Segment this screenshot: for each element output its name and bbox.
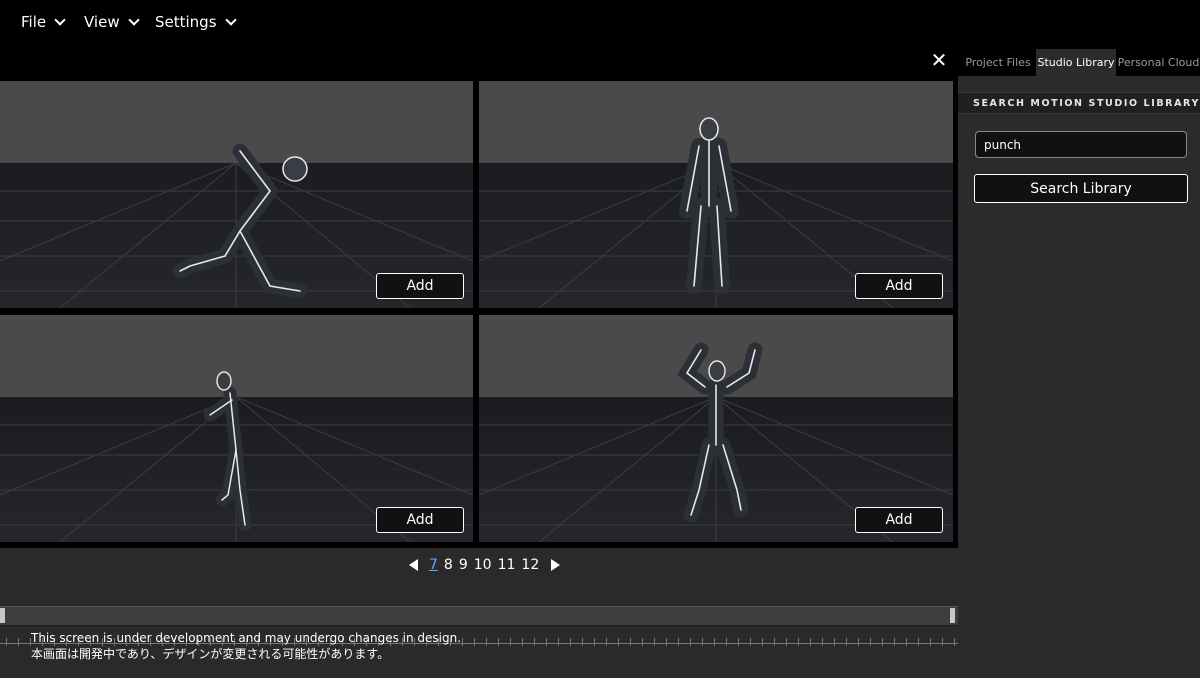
library-panel: Project Files Studio Library Personal Cl…	[958, 48, 1200, 678]
ruler-tick	[894, 638, 895, 646]
ruler-tick	[738, 638, 739, 646]
timeline-scrollbar[interactable]	[0, 606, 958, 626]
ruler-tick	[810, 638, 811, 646]
ruler-tick	[846, 638, 847, 646]
chevron-down-icon	[224, 14, 237, 26]
result-tile[interactable]: Add	[479, 81, 953, 308]
ruler-tick	[582, 638, 583, 646]
settings-menu-label: Settings	[155, 13, 217, 31]
tab-studio-library[interactable]: Studio Library	[1036, 49, 1116, 76]
ruler-tick	[858, 638, 859, 646]
prev-page-icon[interactable]	[409, 559, 418, 571]
file-menu[interactable]: File	[21, 13, 66, 31]
ruler-tick	[882, 638, 883, 646]
ruler-tick	[486, 638, 487, 646]
search-library-button[interactable]: Search Library	[974, 174, 1188, 203]
page-link[interactable]: 8	[444, 557, 453, 573]
ruler-tick	[714, 638, 715, 646]
ruler-tick	[558, 638, 559, 646]
ruler-tick	[726, 638, 727, 646]
ruler-tick	[618, 638, 619, 646]
notice-english: This screen is under development and may…	[31, 631, 462, 645]
ruler-tick	[750, 638, 751, 646]
timeline-start-handle[interactable]	[0, 608, 5, 623]
ruler-tick	[18, 638, 19, 646]
page-link[interactable]: 10	[474, 557, 492, 573]
tab-project-files[interactable]: Project Files	[960, 49, 1036, 76]
ruler-tick	[630, 638, 631, 646]
page-link[interactable]: 12	[521, 557, 539, 573]
ruler-tick	[462, 638, 463, 646]
ruler-tick	[570, 638, 571, 646]
add-button[interactable]: Add	[855, 273, 943, 299]
ruler-tick	[534, 638, 535, 646]
result-tile[interactable]: Add	[0, 315, 473, 542]
ruler-tick	[690, 638, 691, 646]
add-button[interactable]: Add	[376, 273, 464, 299]
ruler-tick	[786, 638, 787, 646]
ruler-tick	[834, 638, 835, 646]
ruler-tick	[6, 638, 7, 646]
ruler-tick	[522, 638, 523, 646]
tab-personal-cloud[interactable]: Personal Cloud	[1117, 49, 1200, 76]
file-menu-label: File	[21, 13, 47, 31]
ruler-tick	[930, 638, 931, 646]
chevron-down-icon	[54, 14, 66, 26]
ruler-tick	[954, 638, 955, 646]
ruler-tick	[606, 638, 607, 646]
timeline-end-handle[interactable]	[950, 608, 955, 623]
menu-bar: File View Settings	[0, 0, 1200, 48]
add-button[interactable]: Add	[855, 507, 943, 533]
ruler-tick	[870, 638, 871, 646]
next-page-icon[interactable]	[551, 559, 561, 571]
ruler-tick	[822, 638, 823, 646]
ruler-tick	[546, 638, 547, 646]
page-link[interactable]: 9	[459, 557, 468, 573]
ruler-tick	[918, 638, 919, 646]
ruler-tick	[702, 638, 703, 646]
ruler-tick	[942, 638, 943, 646]
add-button[interactable]: Add	[376, 507, 464, 533]
chevron-down-icon	[127, 14, 140, 26]
result-tile[interactable]: Add	[0, 81, 473, 308]
settings-menu[interactable]: Settings	[155, 13, 237, 31]
ruler-tick	[474, 638, 475, 646]
search-input[interactable]	[975, 131, 1187, 158]
panel-title: SEARCH MOTION STUDIO LIBRARY	[958, 92, 1200, 114]
ruler-tick	[498, 638, 499, 646]
ruler-tick	[678, 638, 679, 646]
ruler-tick	[798, 638, 799, 646]
notice-japanese: 本画面は開発中であり、デザインが変更される可能性があります。	[31, 647, 390, 661]
close-icon[interactable]: ✕	[929, 50, 949, 70]
page-link[interactable]: 7	[429, 557, 438, 573]
panel-tabs: Project Files Studio Library Personal Cl…	[958, 48, 1200, 76]
ruler-tick	[774, 638, 775, 646]
page-link[interactable]: 11	[498, 557, 516, 573]
ruler-tick	[654, 638, 655, 646]
ruler-tick	[594, 638, 595, 646]
result-tile[interactable]: Add	[479, 315, 953, 542]
ruler-tick	[642, 638, 643, 646]
ruler-tick	[666, 638, 667, 646]
ruler-tick	[510, 638, 511, 646]
development-notice: This screen is under development and may…	[31, 630, 461, 662]
ruler-tick	[762, 638, 763, 646]
view-menu-label: View	[84, 13, 120, 31]
pagination: 7 8 9 10 11 12	[409, 556, 561, 574]
ruler-tick	[906, 638, 907, 646]
view-menu[interactable]: View	[84, 13, 140, 31]
